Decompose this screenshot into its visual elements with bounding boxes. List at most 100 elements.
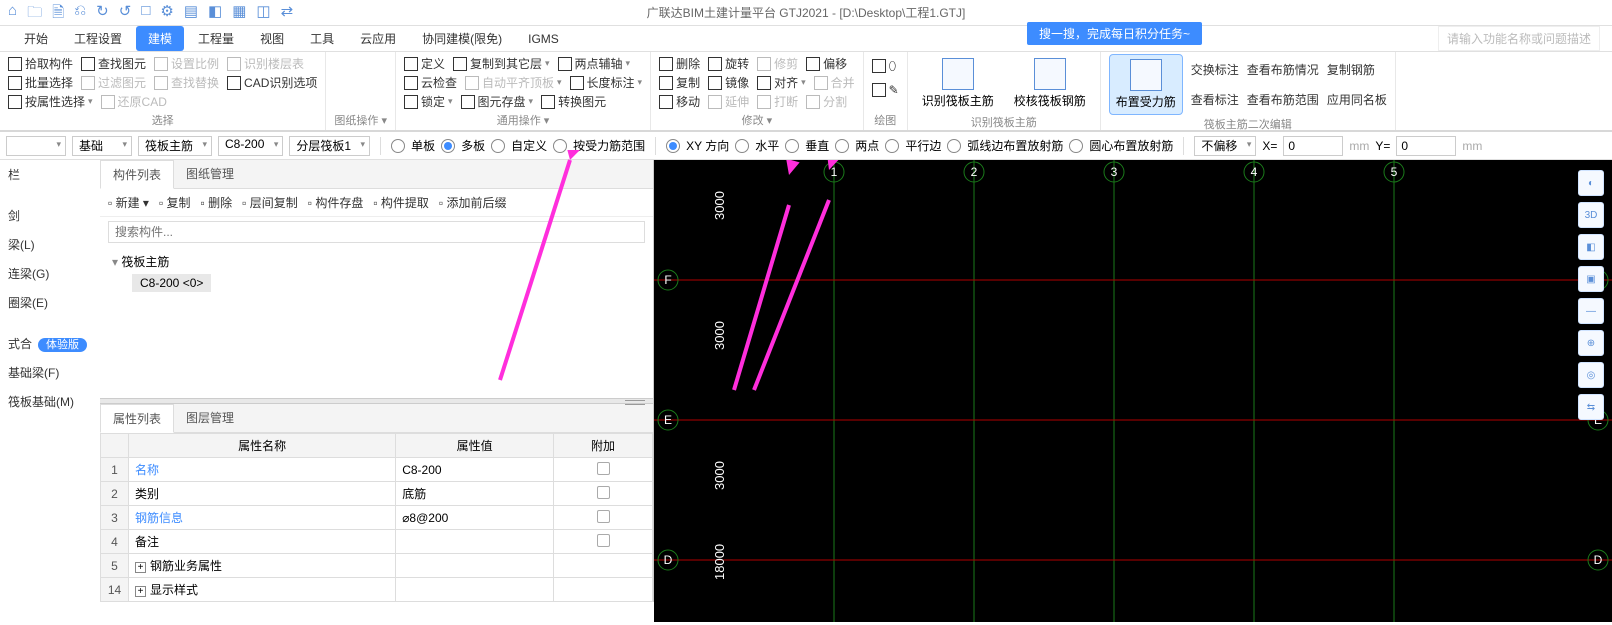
ribbon-item[interactable]: 镜像 [708, 74, 749, 91]
nav-item[interactable]: 剑 [0, 201, 100, 230]
ribbon-item[interactable]: 查找图元 [81, 55, 146, 72]
offset-combo[interactable]: 不偏移 [1194, 136, 1256, 156]
radio[interactable] [441, 139, 455, 153]
ribbon-item[interactable]: 设置比例 [154, 55, 219, 72]
nav-item[interactable]: 连梁(G) [0, 259, 100, 288]
ribbon-item[interactable]: 延伸 [708, 93, 749, 110]
radio-label[interactable]: 垂直 [805, 137, 829, 154]
combo-box[interactable]: C8-200 [218, 136, 283, 156]
ribbon-tab[interactable]: 建模 [136, 26, 184, 51]
panel-tab[interactable]: 属性列表 [100, 404, 174, 433]
toolbar-button[interactable]: ▫ 层间复制 [242, 194, 298, 211]
ribbon-item[interactable]: 定义 [404, 55, 445, 72]
ribbon-item[interactable]: 过滤图元 [81, 74, 146, 91]
qat-button[interactable]: ⚙ [160, 2, 173, 27]
ribbon-item[interactable]: 修剪 [757, 55, 798, 72]
expand-icon[interactable]: + [135, 562, 146, 573]
view-tool-button[interactable]: — [1578, 298, 1604, 324]
ribbon-item[interactable]: 分割 [806, 93, 847, 110]
radio-label[interactable]: 两点 [855, 137, 879, 154]
checkbox[interactable] [597, 510, 610, 523]
radio-label[interactable]: 弧线边布置放射筋 [967, 137, 1063, 154]
radio-label[interactable]: 圆心布置放射筋 [1089, 137, 1173, 154]
ribbon-tab[interactable]: 视图 [248, 26, 296, 51]
ribbon-item[interactable]: 两点辅轴 [558, 55, 631, 72]
ribbon-item[interactable]: 移动 [659, 93, 700, 110]
panel-resize-handle[interactable] [100, 398, 653, 404]
ribbon-tab[interactable]: 协同建模(限免) [410, 26, 514, 51]
expand-icon[interactable]: + [135, 586, 146, 597]
radio[interactable] [491, 139, 505, 153]
radio[interactable] [885, 139, 899, 153]
tree-parent[interactable]: 筏板主筋 [112, 253, 641, 270]
toolbar-button[interactable]: ▫ 删除 [201, 194, 233, 211]
view-tool-button[interactable]: ◧ [1578, 234, 1604, 260]
qat-button[interactable]: ◧ [208, 2, 222, 27]
panel-tab[interactable]: 构件列表 [100, 160, 174, 189]
radio[interactable] [553, 139, 567, 153]
radio[interactable] [785, 139, 799, 153]
property-row[interactable]: 14+显示样式 [101, 578, 653, 602]
ribbon-item[interactable]: 转换图元 [541, 93, 606, 110]
toolbar-button[interactable]: ▫ 复制 [159, 194, 191, 211]
ribbon-big-button-active[interactable]: 布置受力筋 [1109, 54, 1183, 115]
ribbon-tab[interactable]: 工程量 [186, 26, 246, 51]
view-tool-button[interactable]: ◎ [1578, 362, 1604, 388]
x-input[interactable] [1283, 136, 1343, 156]
radio-label[interactable]: 水平 [755, 137, 779, 154]
notice-pill[interactable]: 搜一搜，完成每日积分任务~ [1027, 22, 1202, 45]
radio-label[interactable]: 自定义 [511, 137, 547, 154]
radio-label[interactable]: 平行边 [905, 137, 941, 154]
qat-button[interactable]: ⇄ [281, 2, 294, 27]
property-row[interactable]: 3钢筋信息⌀8@200 [101, 506, 653, 530]
view-tool-button[interactable]: ◐ [1578, 170, 1604, 196]
ribbon-item[interactable]: 长度标注 [570, 74, 643, 91]
property-row[interactable]: 1名称C8-200 [101, 458, 653, 482]
ribbon-item[interactable]: 复制到其它层 [453, 55, 550, 72]
ribbon-item[interactable]: 查看布筋情况 [1247, 61, 1319, 78]
qat-button[interactable]: ▦ [232, 2, 246, 27]
nav-item[interactable]: 栏 [0, 160, 100, 189]
checkbox[interactable] [597, 486, 610, 499]
ribbon-tab[interactable]: 工具 [298, 26, 346, 51]
ribbon-tab[interactable]: IGMS [516, 28, 571, 50]
radio-label[interactable]: 按受力筋范围 [573, 137, 645, 154]
ribbon-big-button[interactable]: 校核筏板钢筋 [1008, 54, 1092, 113]
toolbar-button[interactable]: ▫ 构件存盘 [308, 194, 364, 211]
view-tool-button[interactable]: ▣ [1578, 266, 1604, 292]
radio[interactable] [947, 139, 961, 153]
nav-item[interactable]: 梁(L) [0, 230, 100, 259]
combo-box[interactable]: 基础 [72, 136, 132, 156]
radio[interactable] [735, 139, 749, 153]
ribbon-item[interactable]: 还原CAD [101, 93, 167, 110]
ribbon-item[interactable]: 拾取构件 [8, 55, 73, 72]
component-search-input[interactable] [108, 221, 645, 243]
ribbon-item[interactable]: 识别楼层表 [227, 55, 304, 72]
ribbon-item[interactable]: 锁定 [404, 93, 453, 110]
radio[interactable] [666, 139, 680, 153]
ribbon-item[interactable]: 应用同名板 [1327, 91, 1387, 108]
ribbon-item[interactable]: 按属性选择 [8, 93, 93, 110]
ribbon-item[interactable]: 查看标注 [1191, 91, 1239, 108]
search-input[interactable]: 请输入功能名称或问题描述 [1438, 26, 1600, 51]
nav-item[interactable]: 基础梁(F) [0, 358, 100, 387]
ribbon-big-button[interactable]: 识别筏板主筋 [916, 54, 1000, 113]
radio-label[interactable]: 多板 [461, 137, 485, 154]
ribbon-item[interactable]: ⬯ [872, 59, 897, 74]
ribbon-item[interactable]: 打断 [757, 93, 798, 110]
radio[interactable] [391, 139, 405, 153]
property-row[interactable]: 4备注 [101, 530, 653, 554]
ribbon-item[interactable]: 偏移 [806, 55, 847, 72]
ribbon-item[interactable]: 图元存盘 [461, 93, 534, 110]
view-tool-button[interactable]: ⇆ [1578, 394, 1604, 420]
ribbon-item[interactable]: 云检查 [404, 74, 457, 91]
ribbon-tab[interactable]: 云应用 [348, 26, 408, 51]
view-tool-button[interactable]: 3D [1578, 202, 1604, 228]
toolbar-button[interactable]: ▫ 新建 ▾ [108, 194, 149, 211]
qat-button[interactable]: ◫ [256, 2, 270, 27]
qat-button[interactable]: □ [141, 2, 150, 27]
radio[interactable] [835, 139, 849, 153]
qat-button[interactable]: ⌂ [8, 2, 17, 27]
qat-button[interactable]: 🗀 [27, 2, 42, 27]
ribbon-tab[interactable]: 工程设置 [62, 26, 134, 51]
